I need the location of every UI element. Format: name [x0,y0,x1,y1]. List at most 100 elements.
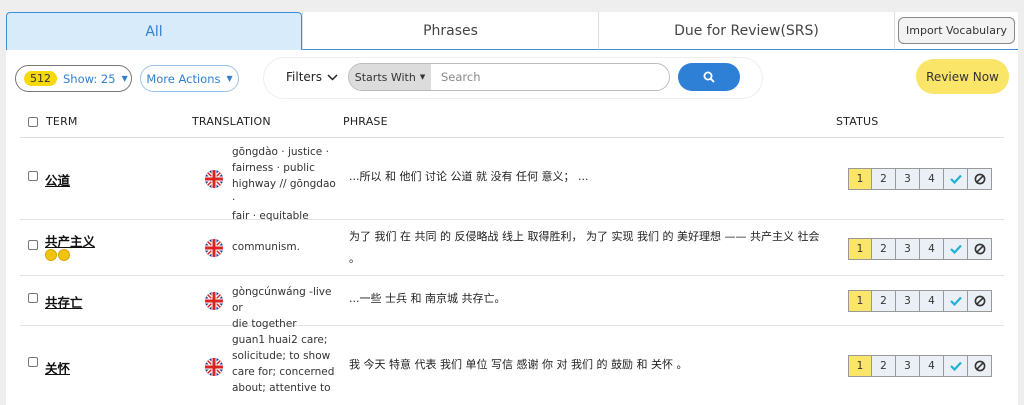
search-icon [703,68,715,87]
term-link[interactable]: 公道 [45,170,70,189]
status-level-1-button[interactable]: 1 [848,290,872,312]
phrase-text: 我 今天 特意 代表 我们 单位 写信 感谢 你 对 我们 的 鼓励 和 关怀 … [349,354,844,376]
known-check-icon[interactable] [944,290,968,312]
table-row: 关怀 guan1 huai2 care; solicitude; to show… [20,326,1004,405]
translation-line: gòngcúnwáng -live or [232,286,332,314]
select-all-checkbox[interactable] [28,116,38,127]
translation-text: gòngcúnwáng -live or die together [232,284,337,332]
phrase-line: ...所以 和 他们 讨论 公道 就 没有 任何 意义； ... [349,170,589,183]
phrase-line: ...一些 士兵 和 南京城 共存亡。 [349,292,506,305]
status-level-3-button[interactable]: 3 [896,355,920,377]
search-input[interactable] [431,64,669,90]
table-row: 共存亡 gòngcúnwáng -live or die together ..… [20,276,1004,330]
term-header-label: TERM [46,115,78,128]
known-check-icon[interactable] [944,238,968,260]
status-level-1-button[interactable]: 1 [848,355,872,377]
translation-line: gōngdào · justice · [232,146,329,158]
tab-bar: All Phrases Due for Review(SRS) Import V… [6,12,1018,50]
translation-text: communism. [232,239,337,255]
tab-phrases[interactable]: Phrases [302,12,598,50]
translation-text: guan1 huai2 care; solicitude; to show ca… [232,332,337,396]
match-mode-label: Starts With [354,70,416,84]
term-link[interactable]: 关怀 [45,358,70,377]
phrase-line: 我 今天 特意 代表 我们 单位 写信 感谢 你 对 我们 的 鼓励 和 关怀 … [349,358,688,371]
table-row: 共产主义 communism. 为了 我们 在 共同 的 反侵略战 线上 取得胜… [20,220,1004,276]
column-header-status: STATUS [836,115,879,128]
ignore-icon[interactable] [968,168,992,190]
phrase-line: 。 [349,252,360,265]
caret-down-icon: ▼ [226,74,233,83]
phrase-text: ...所以 和 他们 讨论 公道 就 没有 任何 意义； ... [349,166,844,188]
status-level-4-button[interactable]: 4 [920,168,944,190]
uk-flag-icon [205,292,223,310]
column-header-term: TERM [28,115,78,128]
tab-import-container: Import Vocabulary [894,12,1018,50]
import-vocabulary-button[interactable]: Import Vocabulary [898,17,1015,44]
search-button[interactable] [678,63,740,91]
show-count-dropdown[interactable]: 512 Show: 25 ▼ [15,65,132,92]
search-toolbar: Filters Starts With ▼ [264,58,762,98]
coin-icon [58,249,70,261]
translation-line: communism. [232,241,300,253]
status-level-2-button[interactable]: 2 [872,290,896,312]
vocabulary-panel: All Phrases Due for Review(SRS) Import V… [6,12,1018,405]
status-selector: 1 2 3 4 [848,355,992,377]
translation-text: gōngdào · justice · fairness · public hi… [232,144,337,224]
translation-line: about; attentive to [232,382,331,394]
status-level-3-button[interactable]: 3 [896,238,920,260]
filters-button[interactable]: Filters [286,70,338,84]
status-level-3-button[interactable]: 3 [896,168,920,190]
status-selector: 1 2 3 4 [848,290,992,312]
ignore-icon[interactable] [968,238,992,260]
status-level-4-button[interactable]: 4 [920,238,944,260]
known-check-icon[interactable] [944,355,968,377]
row-checkbox[interactable] [28,171,38,181]
caret-down-icon: ▼ [121,74,128,83]
caret-down-icon: ▼ [419,73,426,81]
translation-line: solicitude; to show [232,350,331,362]
coin-icon [45,249,57,261]
status-level-2-button[interactable]: 2 [872,355,896,377]
match-mode-dropdown[interactable]: Starts With ▼ [349,64,431,90]
phrase-text: ...一些 士兵 和 南京城 共存亡。 [349,288,844,310]
search-group: Starts With ▼ [348,63,670,91]
review-now-button[interactable]: Review Now [916,59,1009,94]
ignore-icon[interactable] [968,355,992,377]
translation-line: guan1 huai2 care; [232,334,328,346]
uk-flag-icon [205,239,223,257]
translation-line: highway // gōngdao · [232,178,336,206]
status-level-2-button[interactable]: 2 [872,238,896,260]
term-link[interactable]: 共存亡 [45,292,83,311]
tab-due-for-review[interactable]: Due for Review(SRS) [598,12,894,50]
status-selector: 1 2 3 4 [848,238,992,260]
more-actions-label: More Actions [146,71,221,86]
more-actions-dropdown[interactable]: More Actions ▼ [140,65,239,92]
table-row: 公道 gōngdào · justice · fairness · public… [20,138,1004,222]
status-level-4-button[interactable]: 4 [920,355,944,377]
ignore-icon[interactable] [968,290,992,312]
status-level-2-button[interactable]: 2 [872,168,896,190]
row-checkbox[interactable] [28,293,38,303]
tab-all[interactable]: All [6,12,302,50]
status-level-1-button[interactable]: 1 [848,238,872,260]
status-level-1-button[interactable]: 1 [848,168,872,190]
uk-flag-icon [205,358,223,376]
row-checkbox[interactable] [28,357,38,367]
status-level-4-button[interactable]: 4 [920,290,944,312]
translation-line: fairness · public [232,162,315,174]
column-header-phrase: PHRASE [343,115,388,128]
phrase-text: 为了 我们 在 共同 的 反侵略战 线上 取得胜利， 为了 实现 我们 的 美好… [349,226,844,270]
status-selector: 1 2 3 4 [848,168,992,190]
status-level-3-button[interactable]: 3 [896,290,920,312]
phrase-line: 为了 我们 在 共同 的 反侵略战 线上 取得胜利， 为了 实现 我们 的 美好… [349,230,820,243]
chevron-down-icon [327,71,338,84]
known-check-icon[interactable] [944,168,968,190]
total-count-badge: 512 [24,71,57,86]
column-header-translation: TRANSLATION [192,115,271,128]
translation-line: care for; concerned [232,366,335,378]
coins-indicator [45,249,71,261]
row-checkbox[interactable] [28,240,38,250]
filters-label: Filters [286,70,322,84]
uk-flag-icon [205,170,223,188]
term-link[interactable]: 共产主义 [45,231,95,250]
